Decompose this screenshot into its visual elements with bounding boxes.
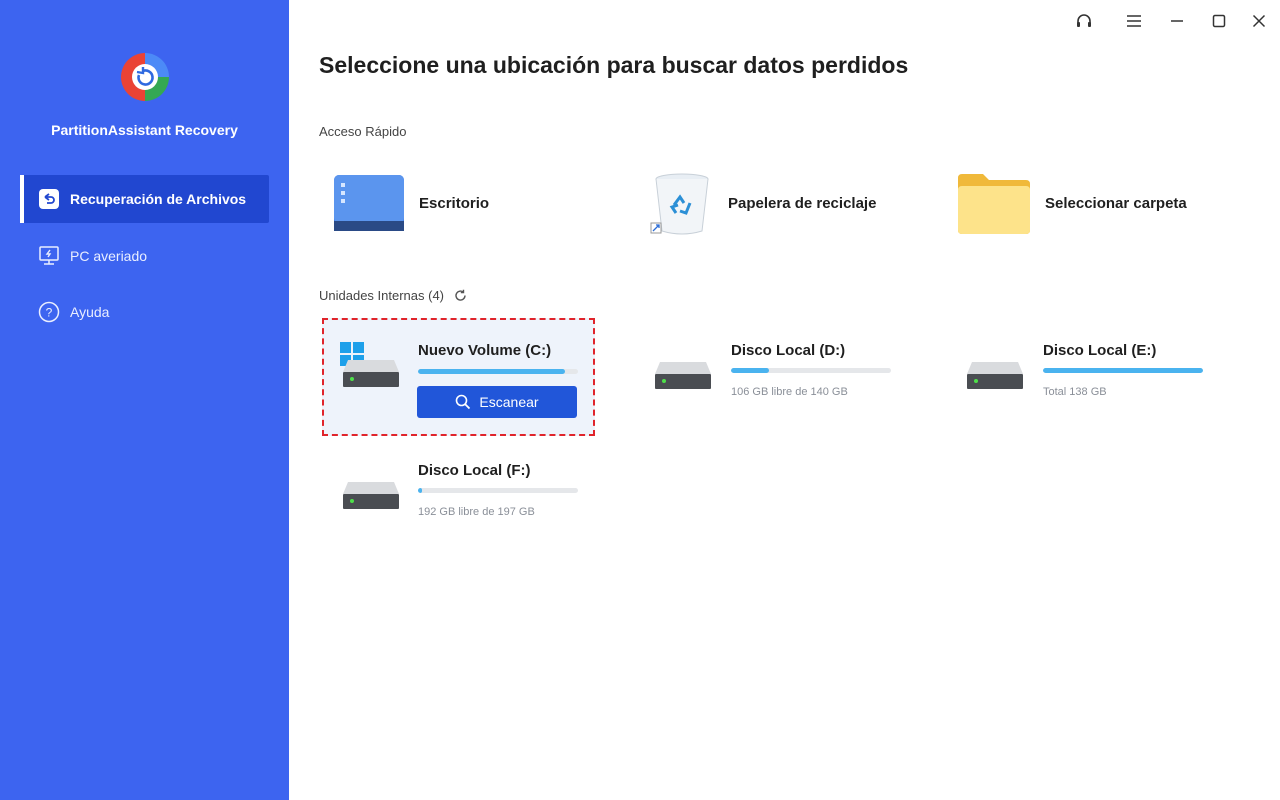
drive-name: Disco Local (D:) [731,342,846,359]
drive-card-d[interactable]: Disco Local (D:) 106 GB libre de 140 GB [636,320,906,432]
drive-info: Total 138 GB [1043,386,1107,398]
support-button[interactable] [1071,8,1097,34]
hard-drive-icon [343,360,399,387]
drive-info: 106 GB libre de 140 GB [731,386,848,398]
drive-info: 192 GB libre de 197 GB [418,506,535,518]
drive-name: Disco Local (E:) [1043,342,1157,359]
hard-drive-icon [655,362,711,389]
drive-usage-fill [418,488,422,493]
drive-usage-fill [418,369,566,374]
minimize-button[interactable] [1164,8,1190,34]
recycle-bin-icon [650,173,709,235]
drive-name: Disco Local (F:) [418,462,531,479]
internal-drives-label: Unidades Internas (4) [319,288,445,303]
quick-access-recycle-bin[interactable]: Papelera de reciclaje [650,166,876,240]
quick-access-label: Escritorio [419,194,490,212]
drive-usage-fill [731,368,770,373]
maximize-button[interactable] [1206,8,1232,34]
svg-text:?: ? [46,306,53,320]
sidebar-item-broken-pc[interactable]: PC averiado [20,232,269,280]
close-button[interactable] [1246,8,1272,34]
help-icon: ? [38,301,60,323]
scan-button[interactable]: Escanear [417,386,577,418]
drive-usage-bar [418,369,578,374]
drive-card-e[interactable]: Disco Local (E:) Total 138 GB [948,320,1218,432]
drive-card-c[interactable]: Nuevo Volume (C:) Escanear [322,318,595,436]
folder-icon [958,174,1030,234]
menu-button[interactable] [1121,8,1147,34]
headset-icon [1077,14,1091,27]
app-logo-icon [121,53,169,101]
app-name: PartitionAssistant Recovery [51,122,238,138]
quick-access-label: Seleccionar carpeta [1045,194,1187,212]
sidebar-item-label: Ayuda [70,304,110,320]
scan-button-label: Escanear [479,394,539,410]
quick-access-select-folder[interactable]: Seleccionar carpeta [957,166,1187,240]
quick-access-desktop[interactable]: Escritorio [333,166,489,240]
quick-access-label: Acceso Rápido [319,124,407,139]
sidebar-item-label: Recuperación de Archivos [70,191,247,207]
quick-access-label: Papelera de reciclaje [728,194,877,212]
drive-name: Nuevo Volume (C:) [418,342,552,359]
sidebar-item-label: PC averiado [70,248,148,264]
hard-drive-icon [343,482,399,509]
drive-usage-bar [731,368,891,373]
maximize-icon [1212,14,1226,28]
internal-drives-header: Unidades Internas (4) [319,288,467,303]
page-title: Seleccione una ubicación para buscar dat… [319,52,909,78]
drive-usage-bar [418,488,578,493]
menu-icon [1127,15,1141,27]
desktop-icon [334,175,404,231]
close-icon [1252,14,1266,28]
drive-usage-fill [1043,368,1203,373]
search-icon [456,394,471,410]
drive-usage-bar [1043,368,1203,373]
drive-card-f[interactable]: Disco Local (F:) 192 GB libre de 197 GB [324,440,594,552]
sidebar: PartitionAssistant Recovery Recuperación… [0,0,289,800]
hard-drive-icon [967,362,1023,389]
minimize-icon [1171,20,1183,22]
refresh-icon[interactable] [454,289,467,302]
broken-pc-icon [38,245,60,267]
file-recovery-icon [38,188,60,210]
sidebar-item-help[interactable]: ? Ayuda [20,288,269,336]
sidebar-item-file-recovery[interactable]: Recuperación de Archivos [20,175,269,223]
